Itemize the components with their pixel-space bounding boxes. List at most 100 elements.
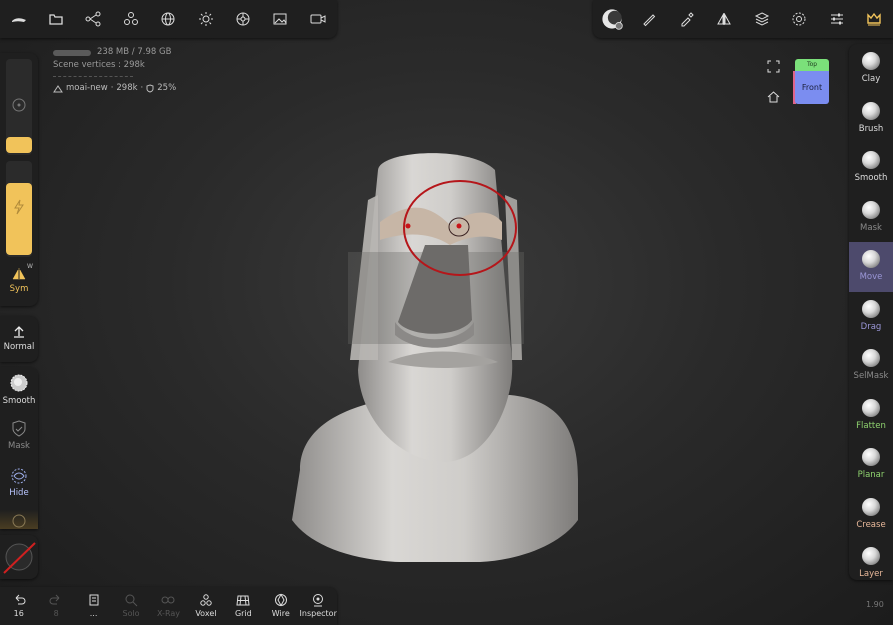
- bottom-trash-button[interactable]: ...: [75, 587, 112, 625]
- bottom-redo-button[interactable]: 8: [37, 587, 74, 625]
- tool-smooth[interactable]: Smooth: [849, 143, 893, 193]
- layers-icon[interactable]: [743, 0, 781, 38]
- tool-clay[interactable]: Clay: [849, 44, 893, 94]
- wire-icon: [274, 593, 287, 607]
- folder-icon[interactable]: [37, 0, 74, 38]
- undo-icon: [15, 594, 26, 605]
- tool-label: Brush: [858, 123, 884, 134]
- bottom-label: 8: [53, 609, 59, 618]
- view-cube-front[interactable]: Front: [795, 71, 829, 104]
- bottom-toolbar: 16 8... Solo X-Ray Voxel Grid Wire Inspector: [0, 587, 337, 625]
- sym-label: Sym: [9, 284, 29, 294]
- view-cube[interactable]: Top Front: [793, 59, 829, 105]
- grid-icon: [236, 595, 250, 606]
- normal-panel: Normal: [0, 316, 38, 362]
- bottom-label: X-Ray: [156, 609, 180, 618]
- tool-label: SelMask: [853, 371, 889, 381]
- sphere-grid-icon[interactable]: [150, 0, 187, 38]
- mesh-name: moai-new: [66, 83, 108, 93]
- tool-label: Crease: [856, 519, 886, 530]
- tool-planar[interactable]: Planar: [849, 440, 893, 490]
- tool-flatten[interactable]: Flatten: [849, 391, 893, 441]
- normal-label: Normal: [3, 342, 35, 352]
- hide-icon: [11, 468, 27, 484]
- memory-row: 238 MB / 7.98 GB: [53, 46, 176, 59]
- hat-icon[interactable]: [0, 0, 37, 38]
- settings-icon[interactable]: [781, 0, 819, 38]
- tool-drag[interactable]: Drag: [849, 292, 893, 342]
- bottom-xray-button[interactable]: X-Ray: [150, 587, 187, 625]
- quick-tools-panel: Smooth Mask Hide: [0, 367, 38, 529]
- view-cube-top[interactable]: Top: [795, 59, 829, 71]
- tool-label: Flatten: [856, 420, 886, 431]
- bottom-wire-button[interactable]: Wire: [262, 587, 299, 625]
- radius-slider-fill[interactable]: [6, 137, 32, 153]
- picker-icon[interactable]: [668, 0, 706, 38]
- material-icon[interactable]: [224, 0, 261, 38]
- symmetry-icon[interactable]: [706, 0, 744, 38]
- crease-icon: [862, 497, 880, 516]
- fullscreen-icon[interactable]: [767, 60, 780, 73]
- flatten-icon: [862, 398, 880, 417]
- tool-selmask[interactable]: SelMask: [849, 341, 893, 391]
- sym-badge: W: [27, 263, 33, 270]
- sym-button[interactable]: Sym W: [0, 263, 38, 294]
- tool-label: Clay: [861, 74, 881, 84]
- bottom-label: Wire: [271, 609, 290, 618]
- quick-mask-button[interactable]: Mask: [0, 420, 38, 451]
- smooth-icon: [10, 374, 28, 392]
- mesh-icon: [53, 84, 63, 92]
- top-toolbar-right: [593, 0, 893, 38]
- tool-label: Drag: [860, 321, 882, 332]
- mask-icon: [862, 200, 880, 219]
- quick-hide-button[interactable]: Hide: [0, 467, 38, 498]
- camera-icon[interactable]: [299, 0, 336, 38]
- xray-icon: [161, 596, 175, 604]
- color-swatch[interactable]: [3, 540, 36, 574]
- crown-icon[interactable]: [856, 0, 893, 38]
- bottom-inspector-button[interactable]: Inspector: [300, 587, 337, 625]
- sliders-icon[interactable]: [818, 0, 856, 38]
- scene-graph-icon[interactable]: [75, 0, 112, 38]
- bottom-solo-button[interactable]: Solo: [112, 587, 149, 625]
- tool-crease[interactable]: Crease: [849, 490, 893, 540]
- brush-icon: [862, 101, 880, 120]
- drag-icon: [862, 299, 880, 318]
- normal-button[interactable]: Normal: [0, 325, 38, 352]
- home-icon[interactable]: [767, 90, 780, 103]
- tool-mask[interactable]: Mask: [849, 193, 893, 243]
- tool-brush[interactable]: Brush: [849, 94, 893, 144]
- mesh-row[interactable]: moai-new · 298k · 25%: [53, 82, 176, 95]
- tool-label: Smooth: [854, 173, 888, 183]
- image-icon[interactable]: [262, 0, 299, 38]
- arrow-up-icon: [14, 326, 24, 338]
- tool-label: Move: [859, 272, 883, 282]
- inspector-icon: [313, 594, 324, 607]
- solo-icon: [125, 594, 138, 607]
- smooth-label: Smooth: [2, 396, 36, 406]
- move-icon: [862, 250, 880, 268]
- bottom-voxel-button[interactable]: Voxel: [187, 587, 224, 625]
- bottom-grid-button[interactable]: Grid: [225, 587, 262, 625]
- bottom-label: Inspector: [299, 609, 337, 618]
- info-divider: [53, 76, 133, 77]
- tool-label: Planar: [857, 470, 885, 480]
- bottom-undo-button[interactable]: 16: [0, 587, 37, 625]
- stroke-icon[interactable]: [631, 0, 669, 38]
- left-slider-panel: Sym W: [0, 53, 38, 306]
- memory-bar: [53, 49, 91, 56]
- light-icon[interactable]: [187, 0, 224, 38]
- voxel-icon: [200, 594, 212, 606]
- bottom-label: ...: [89, 609, 98, 618]
- scene-info: 238 MB / 7.98 GB Scene vertices : 298k m…: [53, 46, 176, 95]
- tool-move[interactable]: Move: [849, 242, 893, 292]
- material-ball-icon[interactable]: [593, 0, 631, 38]
- memory-text: 238 MB / 7.98 GB: [97, 47, 172, 57]
- lightning-icon: [14, 199, 24, 215]
- intensity-slider-fill[interactable]: [6, 183, 32, 255]
- quick-smooth-button[interactable]: Smooth: [0, 373, 38, 406]
- shapes-icon[interactable]: [112, 0, 149, 38]
- bottom-label: Voxel: [195, 609, 217, 618]
- scene-vertices: Scene vertices : 298k: [53, 60, 145, 70]
- tool-layer[interactable]: Layer: [849, 539, 893, 589]
